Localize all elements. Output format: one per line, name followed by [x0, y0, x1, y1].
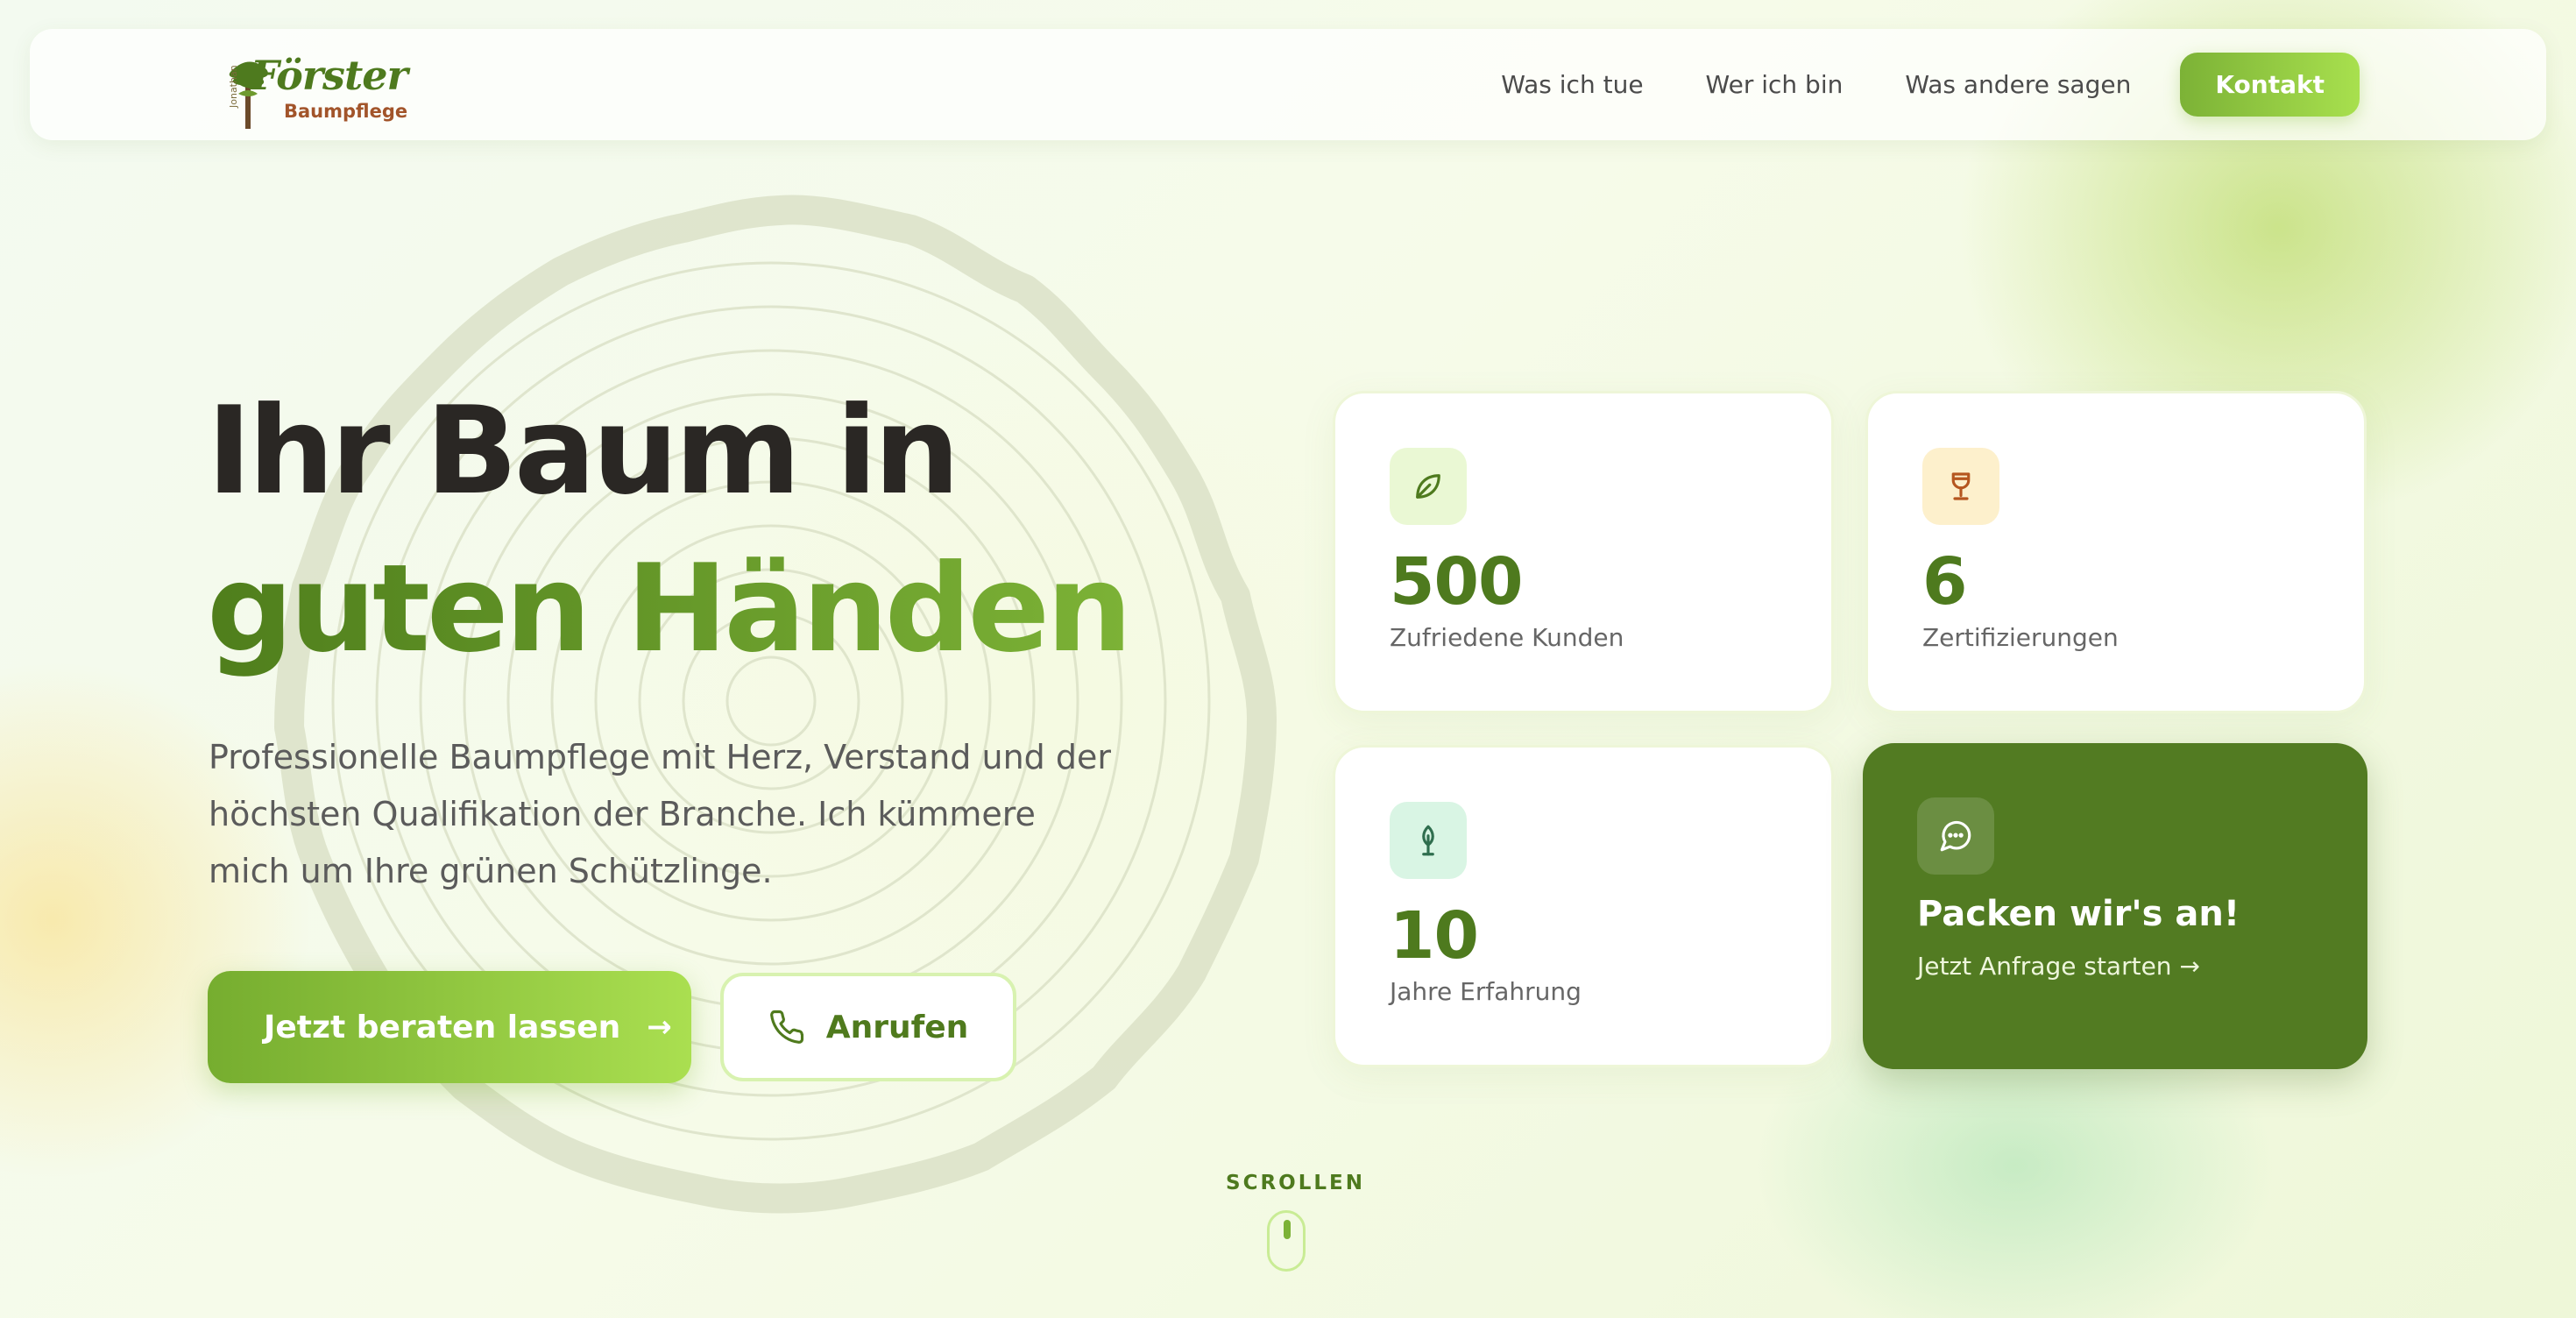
stat-label: Zertifizierungen	[1922, 623, 2119, 652]
stat-card-experience: 10 Jahre Erfahrung	[1333, 745, 1834, 1067]
hero-description: Professionelle Baumpflege mit Herz, Vers…	[209, 738, 1111, 890]
main-nav: Was ich tue Wer ich bin Was andere sagen…	[1501, 53, 2360, 117]
stat-value: 10	[1390, 898, 1479, 974]
call-button-label: Anrufen	[825, 1009, 969, 1045]
hero-title: Ihr Baum in guten Händen	[207, 372, 1132, 688]
hero-title-line2: guten Händen	[207, 530, 1132, 688]
nav-link-was-ich-tue[interactable]: Was ich tue	[1501, 70, 1643, 99]
stat-card-customers: 500 Zufriedene Kunden	[1333, 391, 1834, 713]
mouse-icon[interactable]	[1267, 1210, 1306, 1272]
consultation-button-label: Jetzt beraten lassen	[264, 1009, 621, 1045]
phone-icon	[769, 1010, 803, 1044]
logo[interactable]: Jonathan Förster Baumpflege	[205, 46, 433, 134]
logo-firstname: Jonathan	[228, 65, 239, 108]
inquiry-cta-card[interactable]: Packen wir's an! Jetzt Anfrage starten →	[1863, 743, 2367, 1069]
logo-name: Förster	[251, 52, 408, 99]
stat-card-certifications: 6 Zertifizierungen	[1865, 391, 2367, 713]
nav-link-wer-ich-bin[interactable]: Wer ich bin	[1706, 70, 1844, 99]
stat-label: Jahre Erfahrung	[1390, 977, 1582, 1006]
stat-value: 500	[1390, 544, 1523, 620]
leaf-icon	[1390, 448, 1467, 525]
hero-title-line1: Ihr Baum in	[207, 380, 960, 521]
mouse-wheel	[1284, 1220, 1291, 1239]
chat-bubble-icon	[1917, 797, 1994, 875]
contact-button[interactable]: Kontakt	[2180, 53, 2360, 117]
logo-tagline: Baumpflege	[284, 101, 408, 122]
cta-card-link[interactable]: Jetzt Anfrage starten →	[1917, 952, 2200, 981]
stat-label: Zufriedene Kunden	[1390, 623, 1624, 652]
arrow-right-icon: →	[647, 1010, 672, 1045]
tree-icon	[1390, 802, 1467, 879]
cta-card-title: Packen wir's an!	[1917, 894, 2240, 934]
nav-link-was-andere-sagen[interactable]: Was andere sagen	[1905, 70, 2131, 99]
scroll-hint-label: SCROLLEN	[1226, 1172, 1365, 1194]
trophy-icon	[1922, 448, 1999, 525]
call-button[interactable]: Anrufen	[720, 973, 1016, 1081]
navbar: Jonathan Förster Baumpflege Was ich tue …	[30, 29, 2546, 140]
consultation-button[interactable]: Jetzt beraten lassen →	[208, 971, 691, 1083]
stat-value: 6	[1922, 544, 1967, 620]
